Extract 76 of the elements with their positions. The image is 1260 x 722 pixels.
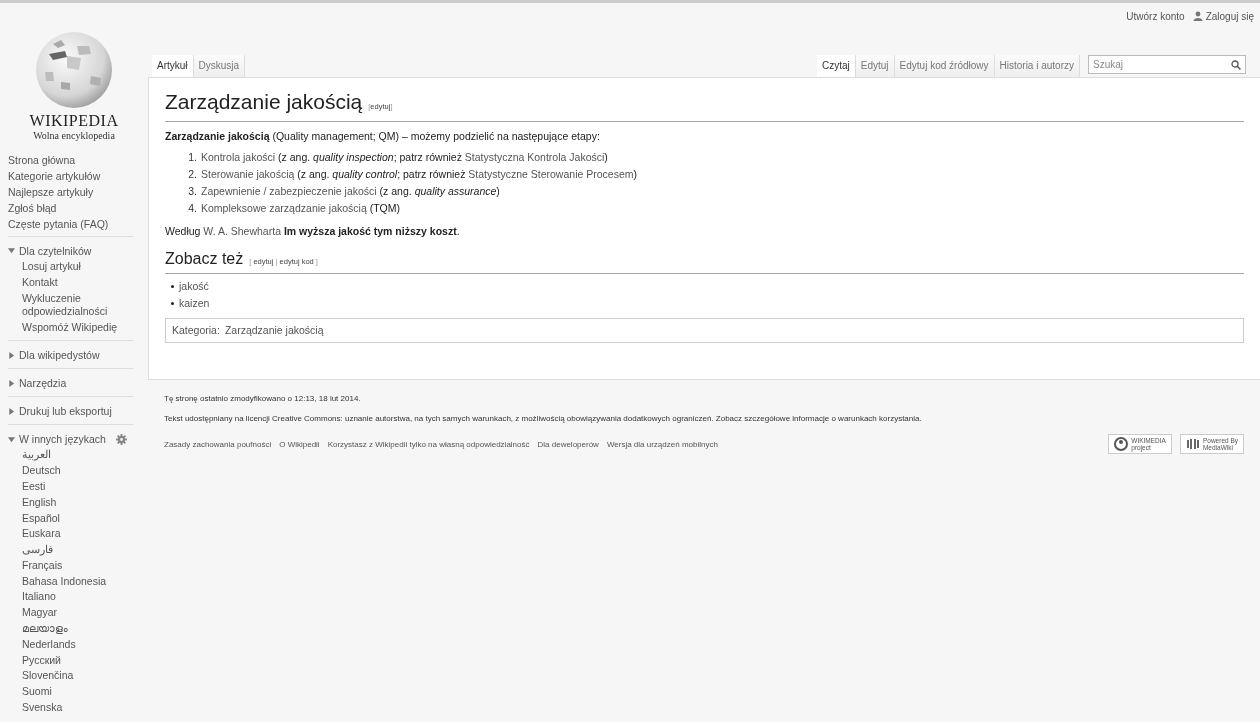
- portal-heading[interactable]: W innych językach: [19, 431, 106, 448]
- sidebar-link[interactable]: فارسی: [22, 541, 134, 558]
- portal-heading[interactable]: Dla wikipedystów: [19, 347, 100, 364]
- personal-link[interactable]: Zaloguj się: [1205, 10, 1254, 22]
- footer-link[interactable]: Zasady zachowania poufności: [164, 439, 272, 449]
- tab[interactable]: Czytaj: [817, 55, 856, 77]
- sidebar-link[interactable]: Zgłoś błąd: [8, 200, 148, 217]
- link[interactable]: Sterowanie jakością: [201, 168, 295, 180]
- portal-heading[interactable]: Narzędzia: [19, 375, 67, 392]
- footer-link[interactable]: Korzystasz z Wikipedii tylko na własną odpowiedzialność: [327, 439, 530, 449]
- sidebar-link[interactable]: Najlepsze artykuły: [8, 184, 148, 201]
- sidebar-link[interactable]: Svenska: [22, 699, 134, 716]
- sidebar-link[interactable]: Magyar: [22, 604, 134, 621]
- sidebar-link[interactable]: Français: [22, 557, 134, 574]
- footer-link[interactable]: O Wikipedii: [279, 439, 320, 449]
- list-item: Kontrola jakości (z ang. quality inspection; patrz również Statystyczna Kontrola Jakości): [201, 150, 608, 165]
- sidebar-link[interactable]: Deutsch: [22, 462, 134, 479]
- list-item: Sterowanie jakością (z ang. quality control; patrz również Statystyczne Sterowanie Procesem): [201, 167, 637, 182]
- link[interactable]: kaizen: [179, 295, 210, 312]
- sidebar-link[interactable]: Eesti: [22, 478, 134, 495]
- sidebar-link[interactable]: Euskara: [22, 525, 134, 542]
- list-item: Kompleksowe zarządzanie jakością (TQM): [201, 201, 400, 216]
- link[interactable]: Kontrola jakości: [201, 151, 276, 163]
- tab[interactable]: Artykuł: [152, 55, 194, 77]
- sidebar-link[interactable]: Kontakt: [22, 274, 134, 291]
- link[interactable]: W. A. Shewharta: [203, 225, 281, 237]
- tab[interactable]: Historia i autorzy: [994, 55, 1080, 77]
- sidebar-link[interactable]: Wykluczenie odpowiedzialności: [22, 290, 134, 320]
- settings-icon[interactable]: [115, 433, 127, 445]
- link[interactable]: Kompleksowe zarządzanie jakością: [201, 202, 367, 214]
- sidebar-link[interactable]: Slovenčina: [22, 667, 134, 684]
- sidebar-link[interactable]: Częste pytania (FAQ): [8, 216, 148, 232]
- list-item: Zapewnienie / zabezpieczenie jakości (z ang. quality assurance): [201, 184, 500, 199]
- wordmark[interactable]: WIKIPEDIA: [29, 112, 119, 130]
- link[interactable]: jakość: [179, 278, 209, 295]
- paragraph: Zarządzanie jakością (Quality management; QM) – możemy podzielić na następujące etapy:: [165, 129, 601, 144]
- link[interactable]: Statystyczne Sterowanie Procesem: [468, 168, 634, 180]
- sidebar-link[interactable]: Strona główna: [8, 153, 148, 169]
- sidebar-link[interactable]: العربية: [22, 447, 134, 463]
- bullet-icon: [171, 285, 174, 288]
- sidebar-link[interactable]: Bahasa Indonesia: [22, 573, 134, 590]
- sidebar-link[interactable]: Русский: [22, 652, 134, 668]
- sidebar-link[interactable]: മലയാളം: [22, 620, 134, 637]
- link[interactable]: Kategoria:: [172, 322, 220, 339]
- sidebar-link[interactable]: Suomi: [22, 683, 134, 700]
- section-heading: Zobacz też: [165, 249, 244, 269]
- personal-link[interactable]: Utwórz konto: [1126, 10, 1185, 22]
- search-icon[interactable]: [1231, 59, 1241, 70]
- footer-link[interactable]: Wersja dla urządzeń mobilnych: [606, 439, 718, 449]
- tagline: Wolna encyklopedia: [33, 130, 115, 141]
- list-number: 1.: [187, 150, 197, 165]
- sidebar-link[interactable]: Italiano: [22, 589, 134, 605]
- sidebar-link[interactable]: English: [22, 494, 134, 511]
- footer-text: Tę stronę ostatnio zmodyfikowano o 12:13, 18 lut 2014.: [164, 394, 362, 403]
- list-number: 3.: [187, 184, 197, 199]
- paragraph: Według W. A. Shewharta Im wyższa jakość tym niższy koszt.: [165, 224, 461, 239]
- portal-heading[interactable]: Drukuj lub eksportuj: [19, 403, 112, 420]
- tab[interactable]: Edytuj: [855, 55, 895, 77]
- sidebar-link[interactable]: Nederlands: [22, 636, 134, 653]
- portal-heading[interactable]: Dla czytelników: [19, 242, 92, 259]
- sidebar-link[interactable]: Losuj artykuł: [22, 258, 134, 275]
- article-title: Zarządzanie jakością: [165, 89, 363, 115]
- list-number: 4.: [187, 201, 197, 216]
- user-icon: [1192, 11, 1203, 21]
- sidebar-link[interactable]: Español: [22, 510, 134, 526]
- list-number: 2.: [187, 167, 197, 182]
- category-link[interactable]: Zarządzanie jakością: [224, 322, 324, 339]
- link[interactable]: Zapewnienie / zabezpieczenie jakości: [201, 185, 377, 197]
- search-field[interactable]: Szukaj: [1088, 55, 1246, 74]
- footer-text: Tekst udostępniany na licencji Creative Commons: uznanie autorstwa, na tych samych warunkach, z możliwością obowiązywania dodatkowych ograniczeń. Zobacz szczegółowe informacje o warunkach korzystania.: [164, 414, 923, 423]
- tab[interactable]: Edytuj kod źródłowy: [894, 55, 995, 77]
- sidebar-link[interactable]: Wspomóż Wikipedię: [22, 319, 134, 336]
- bullet-icon: [171, 302, 174, 305]
- footer-link[interactable]: Dla deweloperów: [537, 439, 599, 449]
- sidebar-link[interactable]: Kategorie artykułów: [8, 168, 148, 185]
- tab[interactable]: Dyskusja: [193, 55, 246, 77]
